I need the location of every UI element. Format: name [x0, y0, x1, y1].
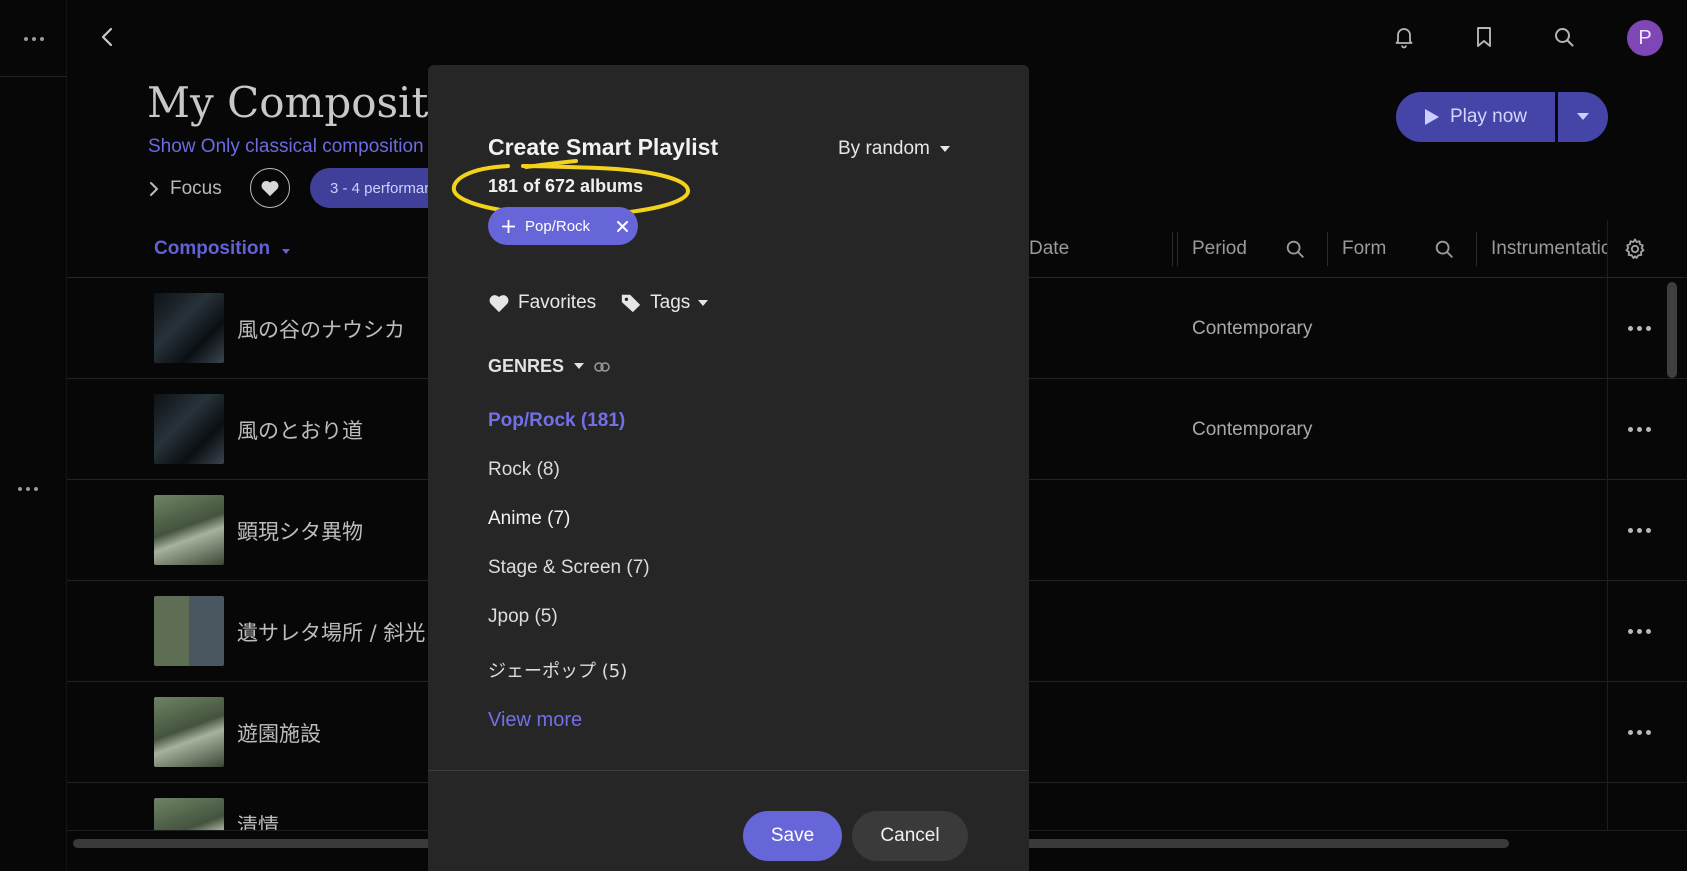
genre-item-pop-rock[interactable]: Pop/Rock (181) — [488, 410, 625, 432]
favorites-label: Favorites — [518, 292, 597, 313]
column-separator — [1476, 232, 1477, 266]
page-title: My Compositic — [147, 78, 466, 127]
album-thumbnail — [154, 495, 224, 565]
column-form[interactable]: Form — [1342, 220, 1386, 278]
rail-menu-dots-icon[interactable] — [0, 36, 67, 42]
row-more-icon[interactable] — [1619, 278, 1659, 379]
favorite-filter-button[interactable] — [250, 168, 290, 208]
chevron-right-icon — [150, 182, 159, 196]
sort-select[interactable]: By random — [838, 138, 950, 160]
column-settings-gear-icon[interactable] — [1623, 220, 1647, 278]
cancel-button[interactable]: Cancel — [852, 811, 968, 861]
album-thumbnail — [154, 596, 224, 666]
favorites-filter[interactable]: Favorites — [488, 292, 596, 314]
play-icon — [1424, 109, 1439, 125]
row-more-icon[interactable] — [1619, 480, 1659, 581]
heart-icon — [489, 295, 509, 313]
row-period: Contemporary — [1192, 418, 1313, 440]
play-now-label: Play now — [1449, 106, 1528, 127]
modal-divider — [428, 770, 1029, 771]
row-title: 遊園施設 — [237, 721, 321, 746]
play-options-button[interactable] — [1558, 92, 1608, 142]
row-period: Contemporary — [1192, 317, 1313, 339]
page-subtitle[interactable]: Show Only classical composition — [148, 136, 424, 158]
column-composition[interactable]: Composition — [154, 220, 291, 278]
caret-down-icon — [1577, 113, 1589, 120]
album-thumbnail — [154, 293, 224, 363]
bookmark-icon[interactable] — [1464, 17, 1504, 57]
filters-row: Favorites Tags — [488, 292, 709, 314]
column-separator — [1177, 232, 1178, 266]
left-rail — [0, 0, 67, 871]
column-separator — [1327, 232, 1328, 266]
modal-title: Create Smart Playlist — [488, 134, 719, 160]
row-title: 風の谷のナウシカ — [237, 317, 405, 342]
row-title: 風のとおり道 — [237, 418, 363, 443]
sort-desc-icon — [282, 249, 291, 254]
genre-item-jpop-katakana[interactable]: ジェーポップ (5) — [488, 657, 627, 683]
caret-down-icon — [574, 363, 585, 369]
back-icon[interactable] — [88, 17, 128, 57]
column-period[interactable]: Period — [1192, 220, 1247, 278]
link-icon[interactable] — [594, 361, 610, 372]
play-now-button[interactable]: Play now — [1396, 92, 1555, 142]
focus-toggle[interactable]: Focus — [148, 178, 222, 200]
save-button[interactable]: Save — [743, 811, 842, 861]
table-right-border — [1607, 220, 1608, 830]
genre-item-anime[interactable]: Anime (7) — [488, 508, 570, 530]
active-genre-chip-label: Pop/Rock — [525, 217, 591, 235]
genres-heading-label: GENRES — [488, 356, 565, 376]
row-more-icon[interactable] — [1619, 581, 1659, 682]
rail-top — [0, 0, 67, 77]
sort-select-label: By random — [838, 138, 930, 159]
row-title: 顕現シタ異物 — [237, 519, 363, 544]
column-separator — [1172, 232, 1173, 266]
row-more-icon[interactable] — [1619, 379, 1659, 480]
focus-label: Focus — [170, 178, 222, 199]
row-title: 遺サレタ場所 / 斜光 — [237, 620, 426, 645]
heart-icon — [261, 180, 279, 197]
tags-label: Tags — [650, 292, 691, 313]
active-genre-chip[interactable]: Pop/Rock — [488, 207, 638, 245]
tag-icon — [621, 294, 641, 313]
row-title: 清情 — [237, 814, 279, 830]
rail-more-dots-icon[interactable] — [0, 486, 55, 492]
column-date[interactable]: Date — [1029, 220, 1069, 278]
tags-filter[interactable]: Tags — [620, 292, 709, 314]
vertical-scrollbar[interactable] — [1667, 282, 1677, 378]
form-search-icon[interactable] — [1433, 220, 1455, 278]
genres-heading[interactable]: GENRES — [488, 356, 610, 377]
caret-down-icon — [698, 299, 709, 306]
genre-item-rock[interactable]: Rock (8) — [488, 459, 560, 481]
column-composition-label: Composition — [154, 238, 271, 259]
column-instrumentation[interactable]: Instrumentatic — [1491, 220, 1607, 278]
row-more-icon[interactable] — [1619, 682, 1659, 783]
genre-item-jpop[interactable]: Jpop (5) — [488, 606, 558, 628]
view-more-link[interactable]: View more — [488, 709, 582, 732]
album-thumbnail — [154, 697, 224, 767]
genre-item-stage-screen[interactable]: Stage & Screen (7) — [488, 557, 650, 579]
period-search-icon[interactable] — [1284, 220, 1306, 278]
search-icon[interactable] — [1544, 17, 1584, 57]
album-thumbnail — [154, 798, 224, 830]
avatar[interactable]: P — [1627, 20, 1663, 56]
album-thumbnail — [154, 394, 224, 464]
close-icon[interactable] — [617, 220, 628, 232]
plus-icon — [502, 219, 515, 233]
bell-icon[interactable] — [1384, 17, 1424, 57]
caret-down-icon — [939, 145, 950, 152]
